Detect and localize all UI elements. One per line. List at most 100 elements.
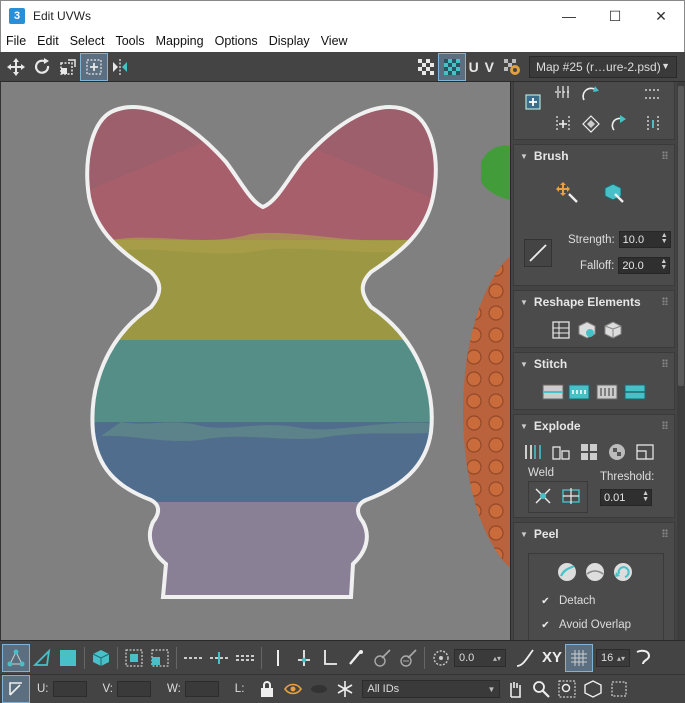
menu-display[interactable]: Display — [264, 30, 314, 52]
zoom-icon[interactable] — [528, 676, 554, 702]
menu-view[interactable]: View — [316, 30, 352, 52]
distribute-icon[interactable] — [550, 111, 576, 137]
flatten-by-material-icon[interactable] — [632, 439, 658, 465]
point-to-point-icon[interactable] — [265, 645, 291, 671]
menu-file[interactable]: File — [1, 30, 30, 52]
align-vertical-icon[interactable] — [640, 82, 666, 107]
scale-tool-icon[interactable] — [55, 54, 81, 80]
edge-mode-icon[interactable] — [29, 645, 55, 671]
rotate-ccw-icon[interactable] — [578, 82, 604, 107]
align-horizontal-icon[interactable] — [550, 82, 576, 107]
detach-checkbox[interactable]: ✔ — [540, 596, 551, 607]
mirror-tool-icon[interactable] — [107, 54, 133, 80]
vertex-mode-icon[interactable] — [2, 643, 30, 672]
pen-shrink-icon[interactable] — [395, 645, 421, 671]
soft-selection-curve-icon[interactable] — [512, 645, 538, 671]
align-edges-icon[interactable] — [291, 645, 317, 671]
relax-icon[interactable] — [578, 111, 604, 137]
ring-select-icon[interactable] — [206, 645, 232, 671]
drag-grip-icon[interactable] — [662, 421, 668, 429]
xy-axis-label[interactable]: XY — [542, 649, 562, 666]
grid-size-spinner[interactable]: 16 ▴▾ — [596, 648, 631, 667]
drag-grip-icon[interactable] — [662, 529, 668, 537]
map-settings-icon[interactable] — [499, 54, 525, 80]
brush-falloff-curve-icon[interactable] — [524, 239, 552, 267]
grow-selection-icon[interactable] — [121, 645, 147, 671]
paint-select-icon[interactable] — [343, 645, 369, 671]
show-map-icon[interactable] — [437, 52, 466, 81]
v-field[interactable] — [116, 681, 151, 697]
rotate-gear-icon[interactable] — [428, 645, 454, 671]
quick-peel-icon[interactable] — [554, 559, 580, 585]
minimize-button[interactable]: — — [546, 1, 592, 31]
material-ids-dropdown[interactable]: All IDs ▼ — [362, 680, 501, 698]
w-field[interactable] — [184, 681, 219, 697]
stitch-custom-icon[interactable] — [540, 379, 566, 405]
spinner-arrows-icon[interactable]: ▴▾ — [493, 654, 501, 663]
freeze-icon[interactable] — [332, 676, 358, 702]
straighten-icon[interactable] — [548, 317, 574, 343]
stitch-header[interactable]: ▼ Stitch — [514, 353, 674, 375]
menu-options[interactable]: Options — [210, 30, 262, 52]
drag-grip-icon[interactable] — [662, 151, 668, 159]
menu-select[interactable]: Select — [65, 30, 109, 52]
peel-mode-icon[interactable] — [582, 559, 608, 585]
rotate-angle-spinner[interactable]: 0.0 ▴▾ — [454, 648, 506, 667]
reset-peel-icon[interactable] — [610, 559, 636, 585]
avoid-overlap-checkbox[interactable]: ✔ — [540, 620, 551, 631]
pen-grow-icon[interactable] — [369, 645, 395, 671]
spinner-arrows-icon[interactable]: ▴▾ — [617, 654, 625, 663]
snap-grid-icon[interactable] — [565, 643, 594, 672]
scrollbar-thumb[interactable] — [678, 86, 684, 386]
shrink-selection-icon[interactable] — [147, 645, 173, 671]
checker-pattern-icon[interactable] — [413, 54, 439, 80]
explode-header[interactable]: ▼ Explode — [514, 415, 674, 437]
zoom-region-icon[interactable] — [554, 676, 580, 702]
spinner-arrows-icon[interactable]: ▲ ▼ — [661, 232, 668, 245]
weld-target-icon[interactable] — [558, 483, 584, 509]
element-mode-icon[interactable] — [88, 645, 114, 671]
panel-scrollbar[interactable] — [677, 82, 685, 640]
detach-row[interactable]: ✔ Detach — [540, 595, 595, 607]
freeform-tool-icon[interactable] — [80, 52, 108, 81]
falloff-spinner[interactable]: 20.0 ▲ ▼ — [618, 257, 671, 274]
edge-distortion-icon[interactable] — [317, 645, 343, 671]
maximize-button[interactable]: ☐ — [592, 1, 638, 31]
stitch-target-icon[interactable] — [566, 379, 592, 405]
relax-brush-icon[interactable] — [600, 179, 626, 205]
reshape-header[interactable]: ▼ Reshape Elements — [514, 291, 674, 313]
relax-until-flat-icon[interactable] — [574, 317, 600, 343]
drag-grip-icon[interactable] — [662, 359, 668, 367]
menu-edit[interactable]: Edit — [32, 30, 63, 52]
strength-spinner[interactable]: 10.0 ▲ ▼ — [618, 231, 671, 248]
break-icon[interactable] — [520, 439, 546, 465]
spinner-arrows-icon[interactable]: ▲ ▼ — [642, 490, 649, 503]
help-icon[interactable] — [630, 645, 656, 671]
polygon-mode-icon[interactable] — [55, 645, 81, 671]
show-hidden-icon[interactable] — [280, 676, 306, 702]
weld-selected-icon[interactable] — [530, 483, 556, 509]
threshold-spinner[interactable]: 0.01 ▲ ▼ — [600, 489, 652, 506]
zoom-selected-icon[interactable] — [606, 676, 632, 702]
paint-move-icon[interactable] — [554, 179, 580, 205]
align-vertical-2-icon[interactable] — [640, 111, 666, 137]
zoom-extents-icon[interactable] — [580, 676, 606, 702]
absolute-offset-icon[interactable] — [2, 675, 30, 703]
peel-header[interactable]: ▼ Peel — [514, 523, 674, 545]
detach-edge-icon[interactable] — [548, 439, 574, 465]
menu-tools[interactable]: Tools — [110, 30, 148, 52]
align-icon[interactable] — [520, 89, 546, 115]
map-select-dropdown[interactable]: Map #25 (r…ure-2.psd) ▼ — [529, 56, 677, 78]
lock-icon[interactable] — [254, 676, 280, 702]
flatten-by-polygon-icon[interactable] — [576, 439, 602, 465]
unfold-icon[interactable] — [600, 317, 626, 343]
brush-header[interactable]: ▼ Brush — [514, 145, 674, 167]
rotate-tool-icon[interactable] — [29, 54, 55, 80]
uv-mode-label[interactable]: U V — [469, 59, 495, 75]
uv-editor-viewport[interactable] — [0, 82, 510, 640]
avoid-overlap-row[interactable]: ✔ Avoid Overlap — [540, 619, 631, 631]
menu-mapping[interactable]: Mapping — [151, 30, 208, 52]
drag-grip-icon[interactable] — [662, 297, 668, 305]
move-tool-icon[interactable] — [3, 54, 29, 80]
stitch-average-icon[interactable] — [594, 379, 620, 405]
